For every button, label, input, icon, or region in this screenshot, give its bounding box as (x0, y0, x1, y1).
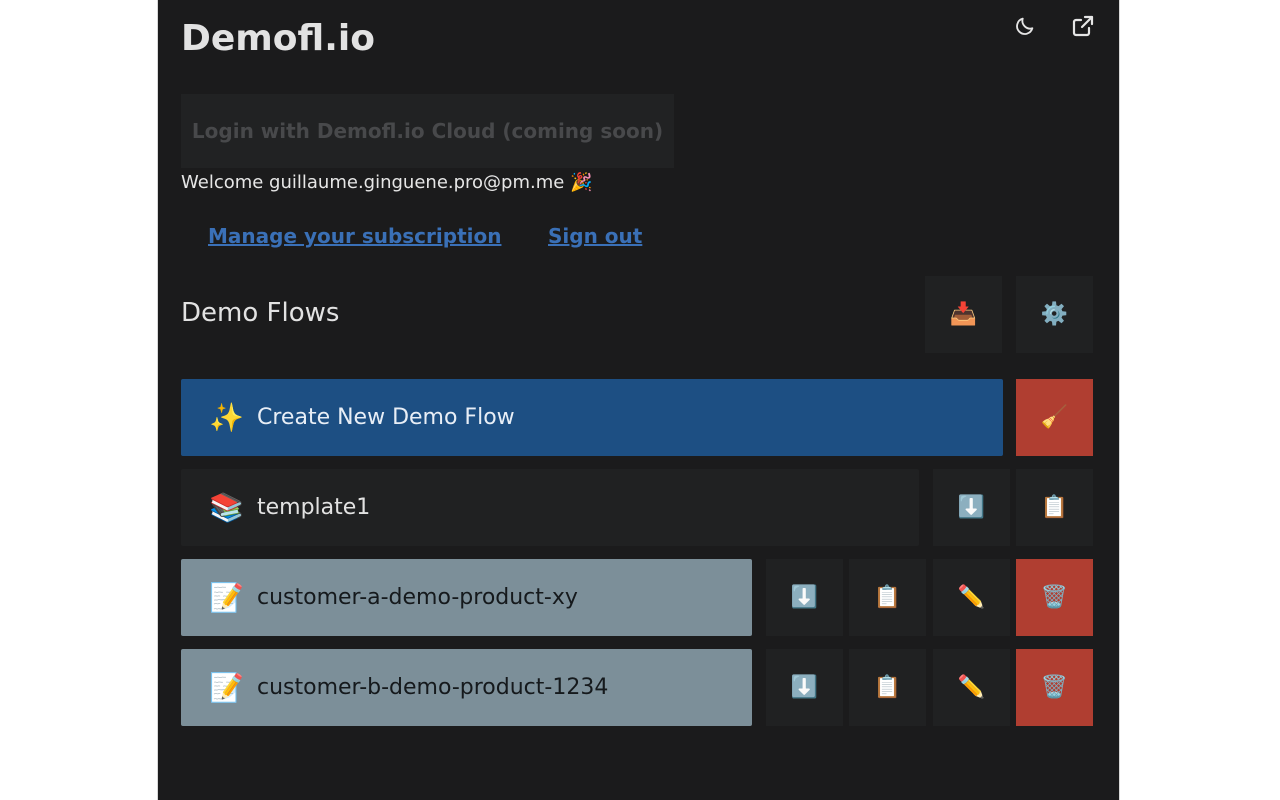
flow-item[interactable]: 📝 customer-b-demo-product-1234 (181, 649, 752, 726)
clipboard-icon: 📋 (1040, 495, 1069, 520)
section-title: Demo Flows (181, 298, 340, 328)
sparkles-icon: ✨ (209, 401, 244, 434)
template-label: template1 (257, 495, 371, 520)
flow-download-button[interactable]: ⬇️ (766, 649, 843, 726)
flow-copy-button[interactable]: 📋 (849, 649, 926, 726)
inbox-tray-icon: 📥 (949, 302, 978, 327)
flow-edit-button[interactable]: ✏️ (933, 649, 1010, 726)
download-arrow-icon: ⬇️ (790, 585, 819, 610)
template-item[interactable]: 📚 template1 (181, 469, 919, 546)
template-download-button[interactable]: ⬇️ (933, 469, 1010, 546)
flow-item[interactable]: 📝 customer-a-demo-product-xy (181, 559, 752, 636)
moon-icon[interactable] (1013, 12, 1037, 40)
flow-edit-button[interactable]: ✏️ (933, 559, 1010, 636)
memo-icon: 📝 (209, 671, 244, 704)
extension-panel: Demofl.io Login with Demofl.io Cloud (co… (158, 0, 1119, 800)
external-link-icon[interactable] (1071, 12, 1095, 40)
import-button[interactable]: 📥 (925, 276, 1002, 353)
login-cloud-button[interactable]: Login with Demofl.io Cloud (coming soon) (181, 94, 674, 168)
gear-icon: ⚙️ (1040, 302, 1069, 327)
flow-label: customer-a-demo-product-xy (257, 585, 578, 610)
broom-icon: 🧹 (1040, 405, 1069, 430)
flow-download-button[interactable]: ⬇️ (766, 559, 843, 636)
download-arrow-icon: ⬇️ (790, 675, 819, 700)
flow-label: customer-b-demo-product-1234 (257, 675, 609, 700)
flow-delete-button[interactable]: 🗑️ (1016, 559, 1093, 636)
app-title: Demofl.io (181, 18, 375, 59)
flow-delete-button[interactable]: 🗑️ (1016, 649, 1093, 726)
trash-icon: 🗑️ (1040, 585, 1069, 610)
create-demo-flow-button[interactable]: ✨ Create New Demo Flow (181, 379, 1003, 456)
header-icons (1013, 12, 1095, 40)
clipboard-icon: 📋 (873, 675, 902, 700)
download-arrow-icon: ⬇️ (957, 495, 986, 520)
memo-icon: 📝 (209, 581, 244, 614)
trash-icon: 🗑️ (1040, 675, 1069, 700)
sign-out-link[interactable]: Sign out (548, 224, 642, 248)
flow-copy-button[interactable]: 📋 (849, 559, 926, 636)
window-edge-right (1119, 0, 1120, 800)
clear-button[interactable]: 🧹 (1016, 379, 1093, 456)
pencil-icon: ✏️ (957, 585, 986, 610)
settings-button[interactable]: ⚙️ (1016, 276, 1093, 353)
welcome-message: Welcome guillaume.ginguene.pro@pm.me 🎉 (181, 172, 593, 193)
manage-subscription-link[interactable]: Manage your subscription (208, 224, 501, 248)
create-demo-flow-label: Create New Demo Flow (257, 405, 515, 430)
pencil-icon: ✏️ (957, 675, 986, 700)
clipboard-icon: 📋 (873, 585, 902, 610)
books-icon: 📚 (209, 491, 244, 524)
template-copy-button[interactable]: 📋 (1016, 469, 1093, 546)
